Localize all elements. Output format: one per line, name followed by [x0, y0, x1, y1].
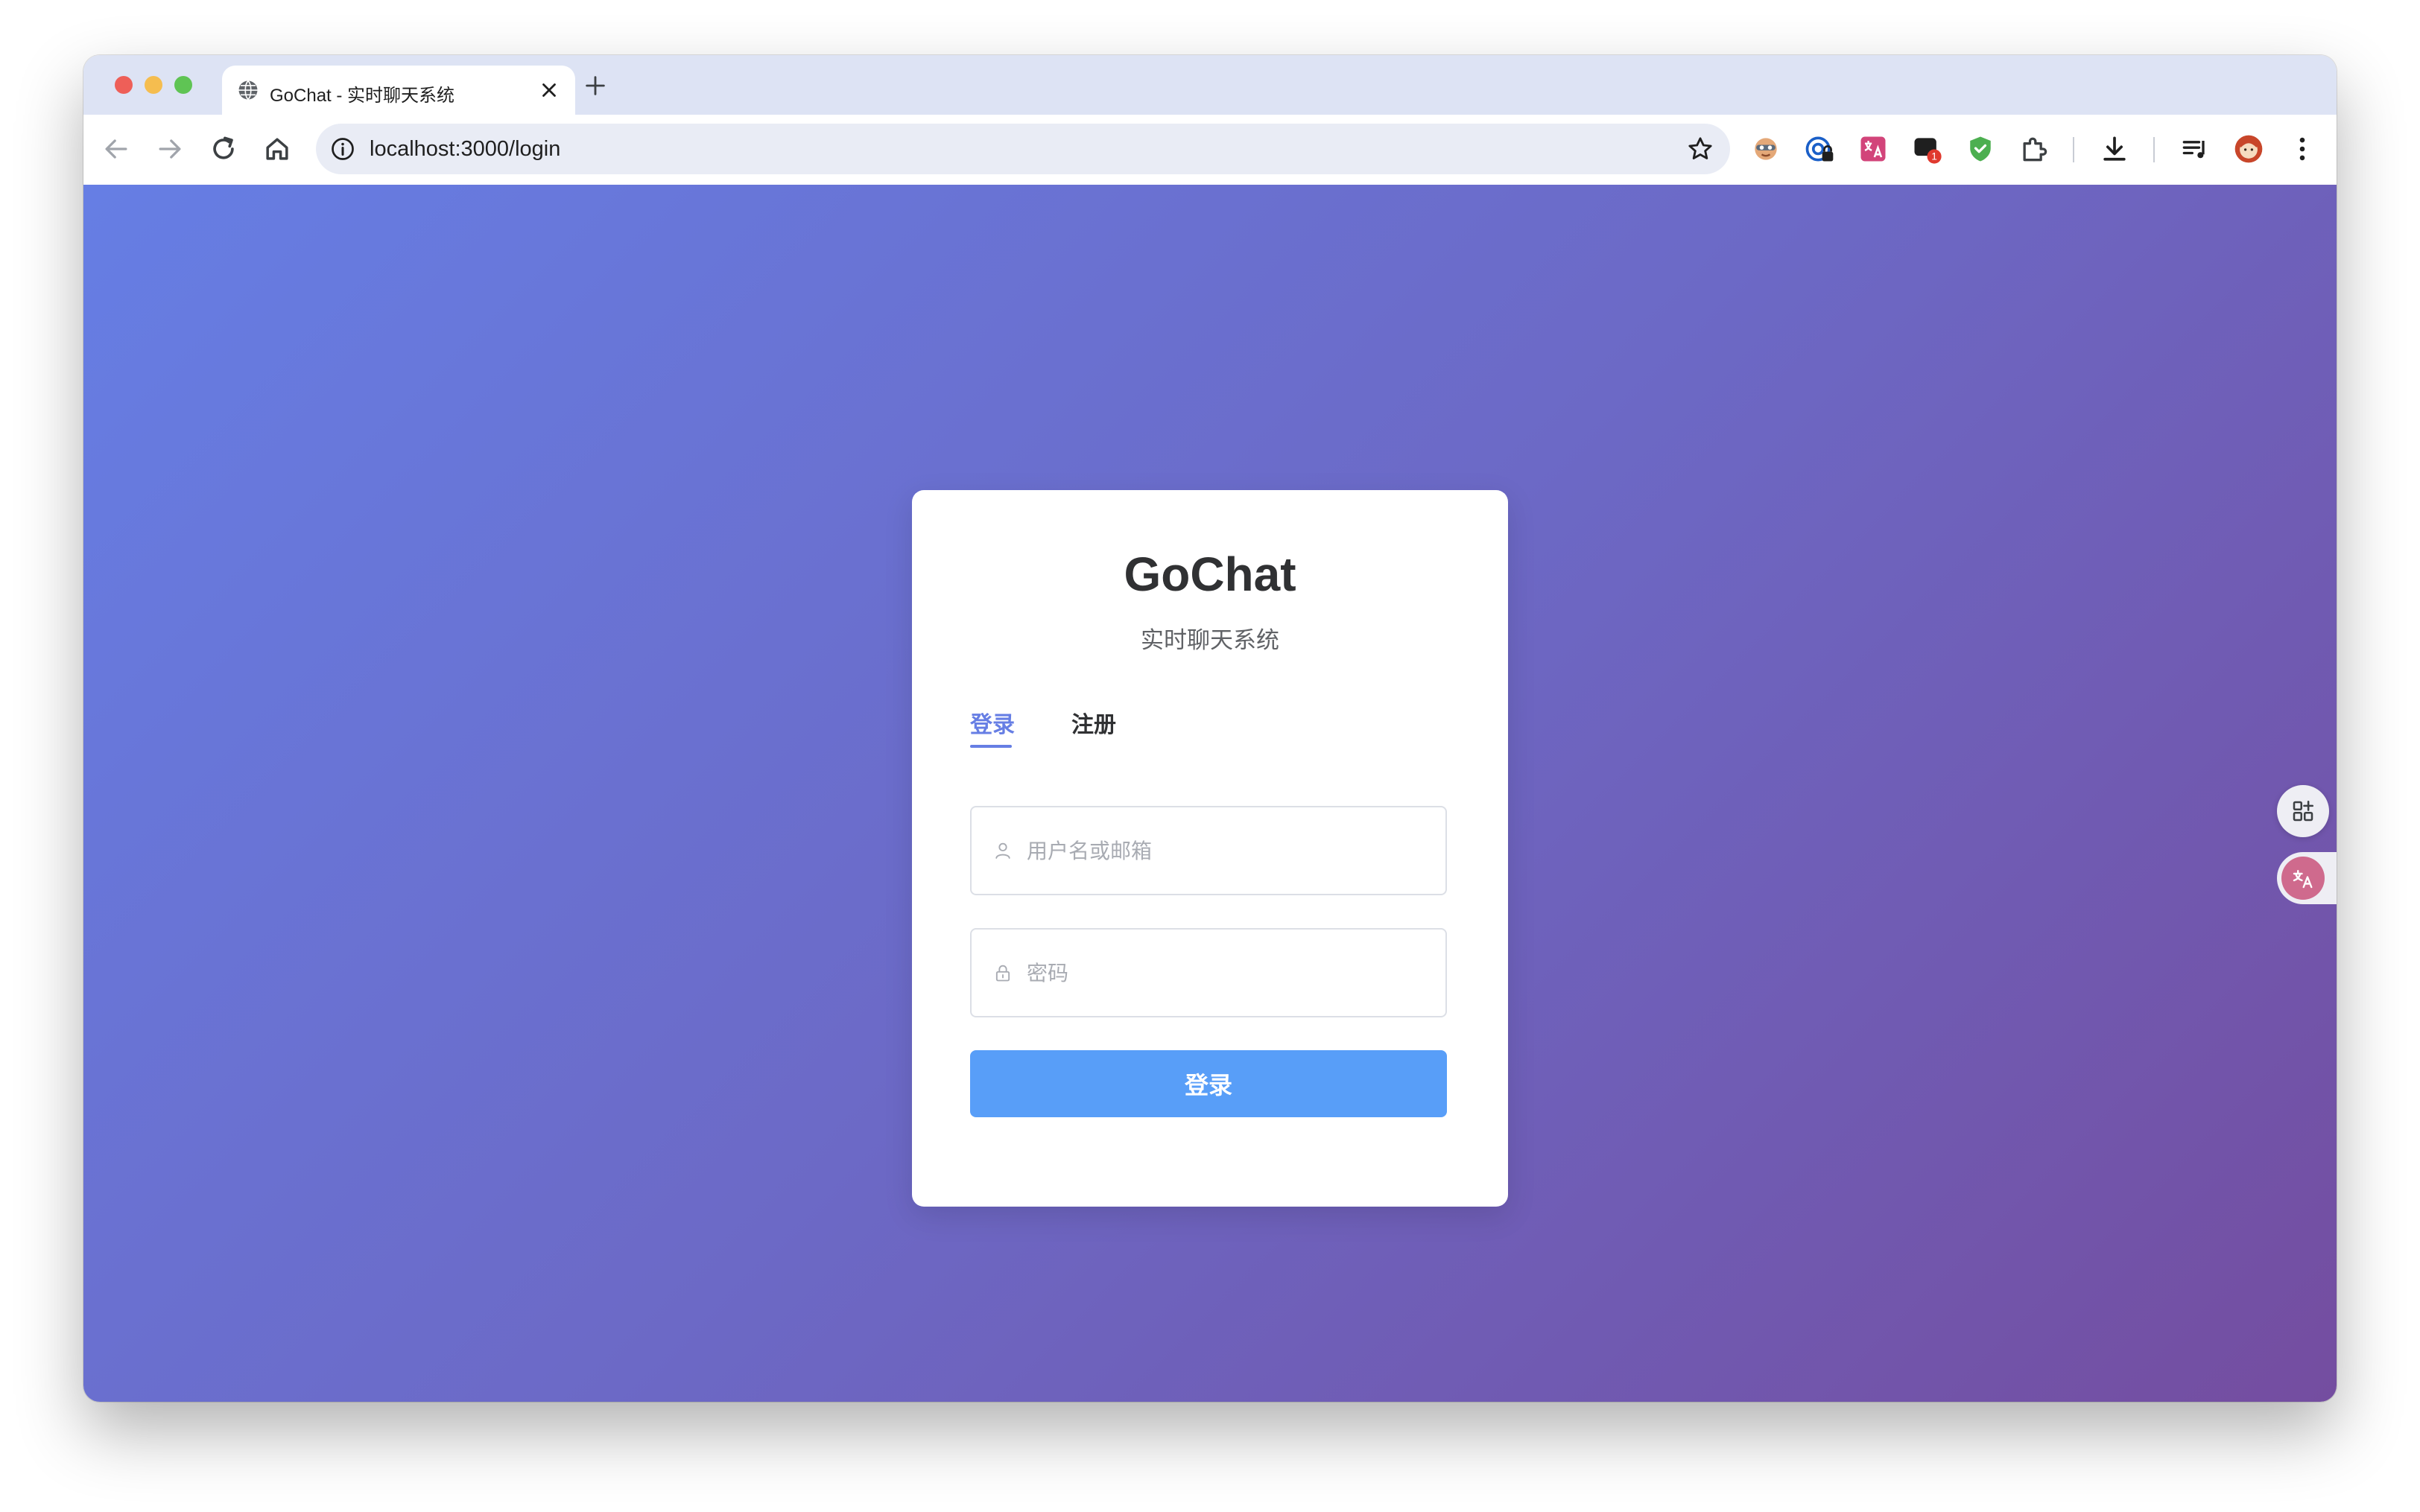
browser-toolbar: localhost:3000/login 1: [83, 115, 2337, 185]
reload-icon[interactable]: [207, 133, 240, 165]
app-subtitle: 实时聊天系统: [1141, 627, 1279, 653]
chat-extension-icon[interactable]: 1: [1910, 133, 1943, 165]
floating-apps-button[interactable]: [2277, 785, 2329, 837]
auth-tabs: 登录 注册: [970, 706, 1448, 751]
toolbar-divider: [2073, 137, 2074, 162]
page-content: GoChat 实时聊天系统 登录 注册 用户名或邮箱 登录: [83, 185, 2337, 1402]
close-window-button[interactable]: [115, 76, 133, 94]
globe-icon: [238, 80, 258, 101]
password-manager-icon[interactable]: [1803, 133, 1836, 165]
floating-translate-button[interactable]: [2277, 852, 2337, 904]
app-title: GoChat: [1124, 547, 1296, 601]
username-input[interactable]: [1025, 828, 1431, 874]
shield-icon[interactable]: [1964, 133, 1997, 165]
tab-title: GoChat - 实时聊天系统: [270, 86, 455, 106]
translate-icon-circle: [2281, 857, 2325, 900]
minimize-window-button[interactable]: [145, 76, 162, 94]
login-card: GoChat 实时聊天系统 登录 注册 用户名或邮箱 登录: [912, 490, 1508, 1207]
active-tab-indicator: [970, 745, 1012, 748]
new-tab-icon[interactable]: [583, 73, 608, 98]
url-text[interactable]: localhost:3000/login: [370, 137, 560, 162]
forward-icon[interactable]: [153, 133, 186, 165]
extension-badge-count: 1: [1931, 151, 1937, 162]
maximize-window-button[interactable]: [174, 76, 192, 94]
site-info-icon[interactable]: [329, 136, 356, 162]
extension-face-icon[interactable]: [1749, 133, 1782, 165]
browser-window: GoChat - 实时聊天系统 localhost:3000/login 1 G…: [83, 55, 2337, 1402]
toolbar-divider: [2153, 137, 2155, 162]
translate-extension-icon[interactable]: [1857, 133, 1890, 165]
tab-register[interactable]: 注册: [1071, 706, 1116, 739]
profile-avatar-icon[interactable]: [2232, 133, 2265, 165]
more-menu-icon[interactable]: [2286, 133, 2319, 165]
lock-icon: [995, 965, 1010, 982]
tab-login[interactable]: 登录: [970, 706, 1015, 739]
user-icon: [995, 842, 1010, 859]
translate-icon: [2293, 870, 2313, 889]
add-app-grid-icon: [2293, 800, 2314, 822]
password-input[interactable]: [1025, 950, 1431, 997]
username-field[interactable]: [970, 806, 1447, 895]
back-icon[interactable]: [100, 133, 133, 165]
tab-strip: GoChat - 实时聊天系统: [83, 55, 2337, 115]
extensions-puzzle-icon[interactable]: [2018, 133, 2050, 165]
password-field[interactable]: [970, 928, 1447, 1017]
close-tab-icon[interactable]: [538, 79, 560, 101]
bookmark-star-icon[interactable]: [1685, 134, 1715, 164]
browser-tab[interactable]: GoChat - 实时聊天系统: [222, 66, 575, 115]
media-controls-icon[interactable]: [2179, 133, 2211, 165]
login-button[interactable]: 登录: [970, 1050, 1447, 1117]
download-icon[interactable]: [2098, 133, 2131, 165]
address-bar[interactable]: localhost:3000/login: [316, 124, 1730, 174]
home-icon[interactable]: [261, 133, 294, 165]
